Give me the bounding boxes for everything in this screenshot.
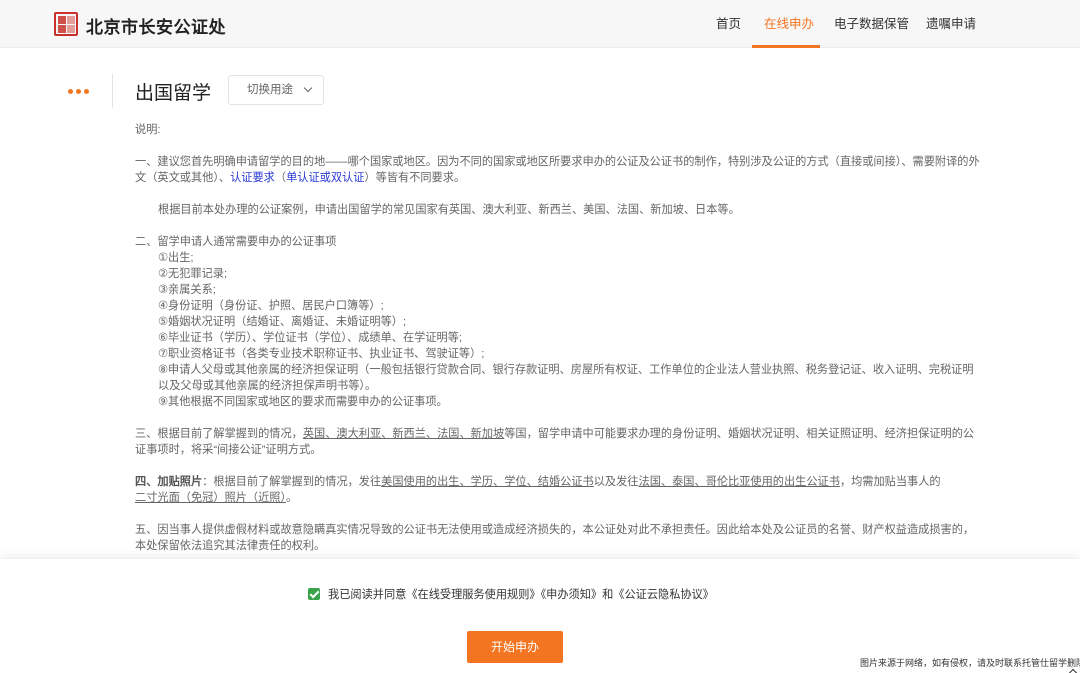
nav-online-apply[interactable]: 在线申办	[764, 0, 814, 48]
photo-requirement-label: 四、加贴照片	[135, 476, 203, 488]
intro-label: 说明:	[135, 124, 161, 136]
page-title: 出国留学	[135, 83, 212, 104]
list-item: ⑤婚姻状况证明（结婚证、离婚证、未婚证明等）;	[158, 316, 407, 328]
switch-purpose-dropdown[interactable]: 切换用途	[228, 75, 324, 105]
agreement-row[interactable]: 我已阅读并同意《在线受理服务使用规则》《申办须知》和《公证云隐私协议》	[308, 586, 714, 602]
list-item: ②无犯罪记录;	[158, 268, 228, 280]
section-5: 五、因当事人提供虚假材料或故意隐瞒真实情况导致的公证书无法使用或造成经济损失的，…	[135, 524, 975, 552]
single-double-certification-link[interactable]: 单认证或双认证	[286, 172, 364, 184]
nav-will-apply[interactable]: 遗嘱申请	[926, 0, 976, 48]
more-dots-icon[interactable]	[68, 89, 89, 94]
nav-home[interactable]: 首页	[716, 0, 741, 48]
chevron-down-icon	[303, 83, 313, 93]
list-item: ⑦职业资格证书（各类专业技术职称证书、执业证书、驾驶证等）;	[158, 348, 485, 360]
list-item: ⑨其他根据不同国家或地区的要求而需要申办的公证事项。	[158, 396, 448, 408]
section-3: 三、根据目前了解掌握到的情况，英国、澳大利亚、新西兰、法国、新加坡等国，留学申请…	[135, 428, 975, 456]
section-4: 四、加贴照片：根据目前了解掌握到的情况，发往美国使用的出生、学历、学位、结婚公证…	[135, 476, 941, 504]
list-item: ①出生;	[158, 252, 194, 264]
agreement-text: 我已阅读并同意《在线受理服务使用规则》《申办须知》和《公证云隐私协议》	[328, 589, 714, 601]
nav-electronic-data[interactable]: 电子数据保管	[834, 0, 909, 48]
watermark-text: 图片来源于网络，如有侵权，请及时联系托管仕留学删除	[860, 658, 1080, 668]
list-item: ⑥毕业证书（学历）、学位证书（学位）、成绩单、在学证明等;	[158, 332, 463, 344]
title-divider	[112, 74, 113, 108]
active-nav-underline	[752, 45, 820, 48]
certification-requirement-link[interactable]: 认证要求	[230, 172, 275, 184]
brand-name[interactable]: 北京市长安公证处	[86, 13, 226, 38]
section-2-title: 二、留学申请人通常需要申办的公证事项	[135, 236, 337, 248]
list-item: ⑧申请人父母或其他亲属的经济担保证明（一般包括银行贷款合同、银行存款证明、房屋所…	[158, 364, 974, 392]
list-item: ④身份证明（身份证、护照、居民户口簿等）;	[158, 300, 384, 312]
instructions-content: 说明: 一、建议您首先明确申请留学的目的地——哪个国家或地区。因为不同的国家或地…	[135, 122, 983, 554]
agree-checkbox[interactable]	[308, 588, 320, 600]
indirect-notary-countries: 英国、澳大利亚、新西兰、法国、新加坡	[302, 428, 505, 440]
start-apply-button[interactable]: 开始申办	[467, 631, 563, 663]
section-1-note: 根据目前本处办理的公证案例，申请出国留学的常见国家有英国、澳大利亚、新西兰、美国…	[158, 204, 740, 216]
section-1: 一、建议您首先明确申请留学的目的地——哪个国家或地区。因为不同的国家或地区所要求…	[135, 156, 980, 184]
top-header: 北京市长安公证处 首页 在线申办 电子数据保管 遗嘱申请	[0, 0, 1080, 48]
notary-logo-icon[interactable]	[54, 12, 78, 36]
switch-purpose-label: 切换用途	[247, 84, 293, 96]
list-item: ③亲属关系;	[158, 284, 216, 296]
